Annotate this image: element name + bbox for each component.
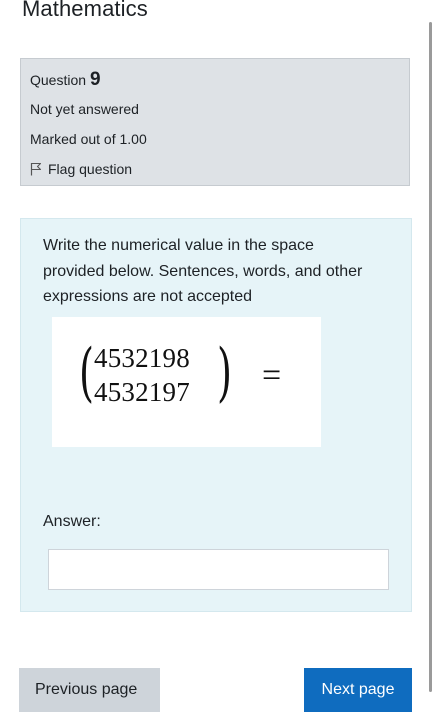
answer-input[interactable] (48, 549, 389, 590)
scrollbar-thumb[interactable] (429, 22, 432, 692)
question-state: Not yet answered (30, 101, 139, 117)
question-content-panel: Write the numerical value in the space p… (20, 218, 412, 612)
equals-sign: = (262, 357, 282, 394)
flag-question-link[interactable]: Flag question (30, 161, 132, 177)
right-parenthesis: ) (216, 336, 232, 410)
next-page-button[interactable]: Next page (304, 668, 412, 712)
question-text: Write the numerical value in the space p… (43, 237, 363, 305)
question-grade: Marked out of 1.00 (30, 131, 147, 147)
flag-icon (30, 162, 42, 176)
question-info-panel: Question 9 Not yet answered Marked out of… (20, 58, 410, 186)
answer-label: Answer: (43, 513, 101, 530)
page-title: Mathematics (22, 0, 148, 21)
binomial-coefficient: ( 4532198 4532197 ) (78, 336, 255, 410)
binomial-bottom: 4532197 (94, 377, 190, 407)
question-number: Question 9 (30, 69, 101, 91)
question-label: Question (30, 72, 87, 88)
question-number-value: 9 (90, 69, 101, 90)
math-expression-image: ( 4532198 4532197 ) = (52, 317, 321, 447)
binomial-top: 4532198 (94, 343, 190, 373)
flag-question-label: Flag question (48, 161, 133, 177)
scrollbar[interactable] (429, 0, 433, 700)
left-parenthesis: ( (78, 336, 94, 410)
previous-page-button[interactable]: Previous page (19, 668, 160, 712)
